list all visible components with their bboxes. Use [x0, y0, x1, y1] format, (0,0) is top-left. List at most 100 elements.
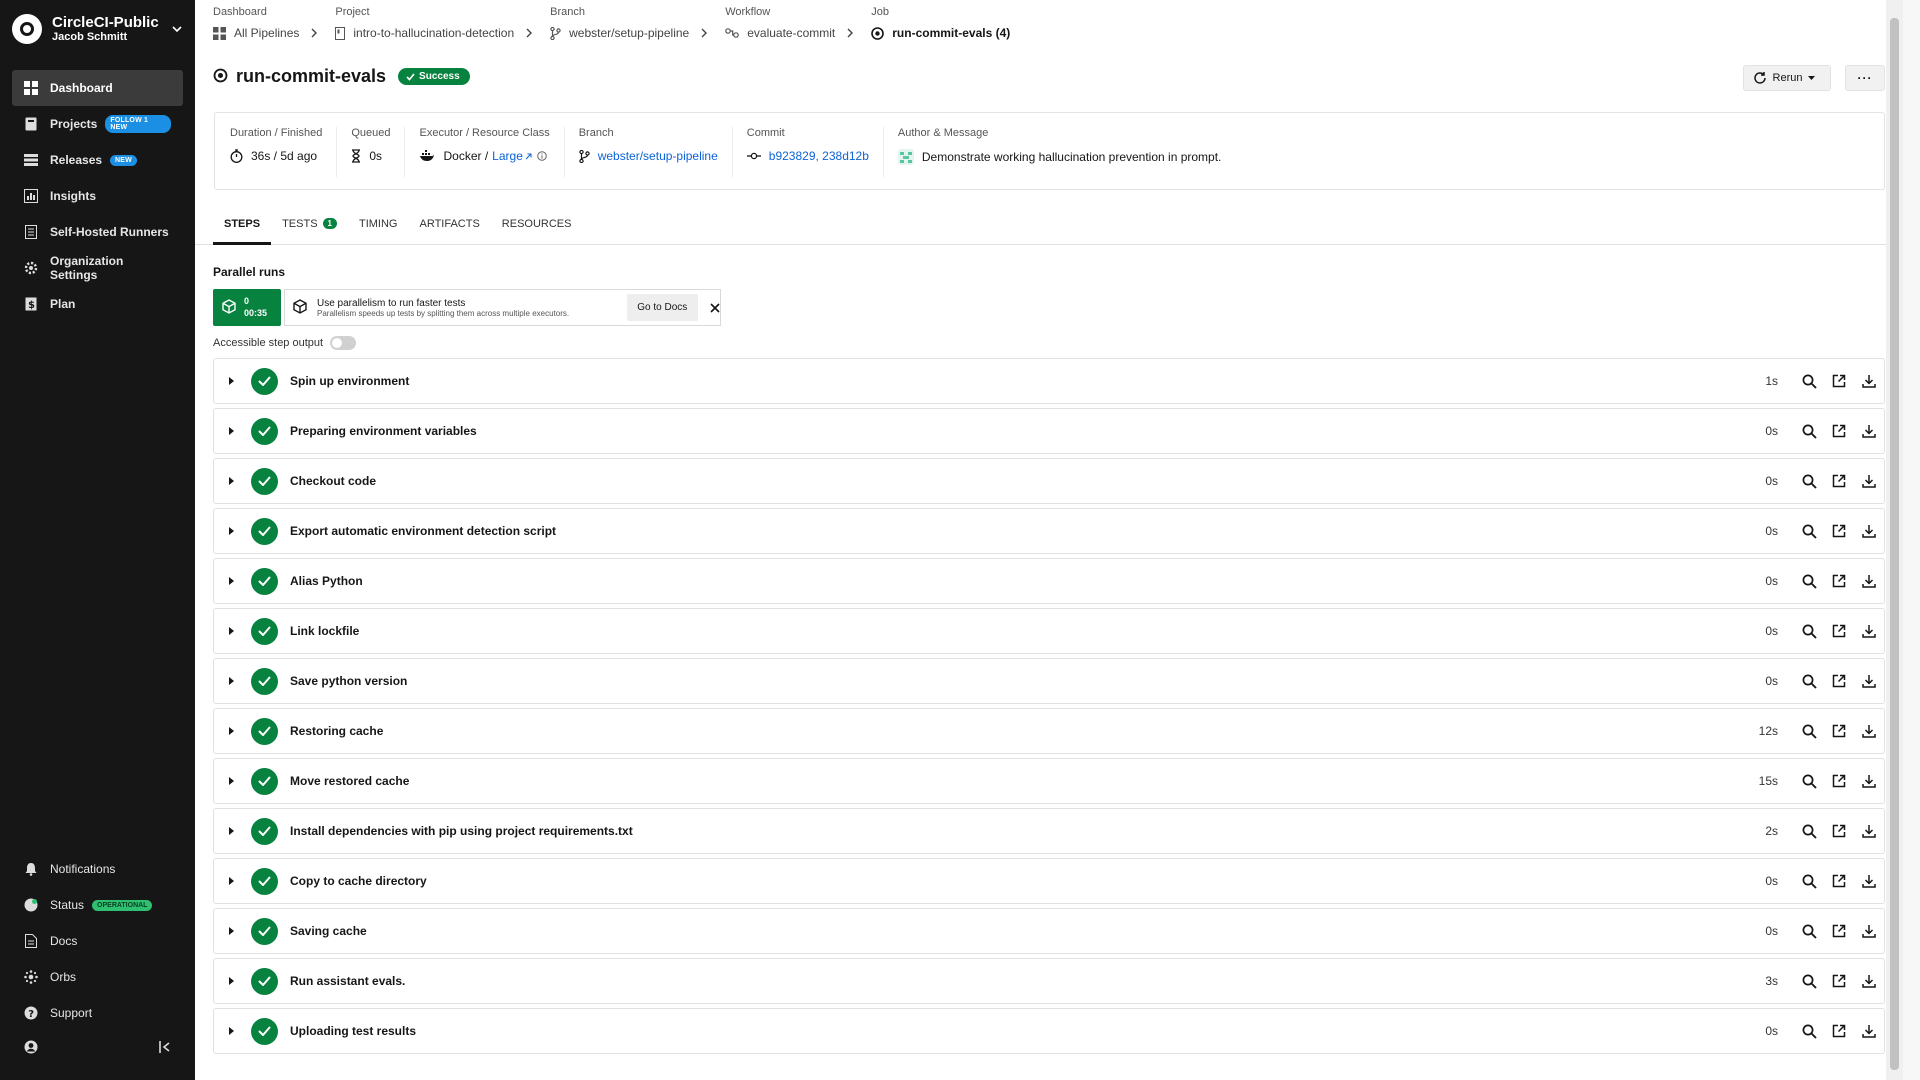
- scrollbar[interactable]: [1886, 0, 1903, 1080]
- search-icon[interactable]: [1794, 824, 1824, 839]
- collapse-sidebar-icon[interactable]: [159, 1041, 171, 1056]
- search-icon[interactable]: [1794, 624, 1824, 639]
- chevron-down-icon[interactable]: [171, 23, 183, 35]
- more-options-button[interactable]: ···: [1845, 65, 1885, 91]
- caret-right-icon[interactable]: [229, 677, 237, 685]
- step-row[interactable]: Install dependencies with pip using proj…: [213, 808, 1885, 854]
- crumb-branch-link[interactable]: webster/setup-pipeline: [569, 26, 689, 40]
- open-in-new-icon[interactable]: [1824, 924, 1854, 938]
- download-icon[interactable]: [1854, 924, 1884, 938]
- tab-resources[interactable]: RESOURCES: [491, 212, 583, 245]
- step-row[interactable]: Save python version0s: [213, 658, 1885, 704]
- step-row[interactable]: Export automatic environment detection s…: [213, 508, 1885, 554]
- nav-docs[interactable]: Docs: [12, 923, 183, 959]
- download-icon[interactable]: [1854, 674, 1884, 688]
- open-in-new-icon[interactable]: [1824, 374, 1854, 388]
- download-icon[interactable]: [1854, 474, 1884, 488]
- close-icon[interactable]: [710, 303, 720, 313]
- nav-runners[interactable]: Self-Hosted Runners: [12, 214, 183, 250]
- search-icon[interactable]: [1794, 424, 1824, 439]
- open-in-new-icon[interactable]: [1824, 624, 1854, 638]
- caret-right-icon[interactable]: [229, 527, 237, 535]
- rerun-button[interactable]: Rerun: [1743, 65, 1831, 91]
- nav-projects[interactable]: Projects FOLLOW 1 NEW: [12, 106, 183, 142]
- caret-right-icon[interactable]: [229, 627, 237, 635]
- caret-right-icon[interactable]: [229, 727, 237, 735]
- step-row[interactable]: Saving cache0s: [213, 908, 1885, 954]
- download-icon[interactable]: [1854, 624, 1884, 638]
- open-in-new-icon[interactable]: [1824, 974, 1854, 988]
- step-row[interactable]: Alias Python0s: [213, 558, 1885, 604]
- caret-right-icon[interactable]: [229, 427, 237, 435]
- caret-right-icon[interactable]: [229, 577, 237, 585]
- open-in-new-icon[interactable]: [1824, 1024, 1854, 1038]
- search-icon[interactable]: [1794, 874, 1824, 889]
- nav-status[interactable]: Status OPERATIONAL: [12, 887, 183, 923]
- caret-right-icon[interactable]: [229, 777, 237, 785]
- org-switcher[interactable]: CircleCI-Public Jacob Schmitt: [0, 0, 195, 57]
- parallel-run-0[interactable]: 0 00:35: [213, 289, 281, 326]
- download-icon[interactable]: [1854, 524, 1884, 538]
- nav-notifications[interactable]: Notifications: [12, 851, 183, 887]
- search-icon[interactable]: [1794, 474, 1824, 489]
- open-in-new-icon[interactable]: [1824, 524, 1854, 538]
- resource-class-link[interactable]: Large: [492, 149, 523, 163]
- download-icon[interactable]: [1854, 774, 1884, 788]
- download-icon[interactable]: [1854, 424, 1884, 438]
- search-icon[interactable]: [1794, 374, 1824, 389]
- info-icon[interactable]: [537, 151, 547, 161]
- search-icon[interactable]: [1794, 674, 1824, 689]
- step-row[interactable]: Copy to cache directory0s: [213, 858, 1885, 904]
- step-row[interactable]: Spin up environment1s: [213, 358, 1885, 404]
- crumb-workflow-link[interactable]: evaluate-commit: [747, 26, 835, 40]
- step-row[interactable]: Move restored cache15s: [213, 758, 1885, 804]
- step-row[interactable]: Checkout code0s: [213, 458, 1885, 504]
- open-in-new-icon[interactable]: [1824, 874, 1854, 888]
- nav-releases[interactable]: Releases NEW: [12, 142, 183, 178]
- open-in-new-icon[interactable]: [1824, 824, 1854, 838]
- nav-insights[interactable]: Insights: [12, 178, 183, 214]
- tab-steps[interactable]: STEPS: [213, 212, 271, 245]
- search-icon[interactable]: [1794, 924, 1824, 939]
- caret-right-icon[interactable]: [229, 877, 237, 885]
- tab-artifacts[interactable]: ARTIFACTS: [408, 212, 490, 245]
- caret-right-icon[interactable]: [229, 377, 237, 385]
- crumb-all-pipelines-link[interactable]: All Pipelines: [234, 26, 299, 40]
- caret-right-icon[interactable]: [229, 1027, 237, 1035]
- commit-link[interactable]: b923829, 238d12b: [769, 149, 869, 163]
- caret-right-icon[interactable]: [229, 477, 237, 485]
- caret-right-icon[interactable]: [229, 827, 237, 835]
- step-row[interactable]: Run assistant evals.3s: [213, 958, 1885, 1004]
- search-icon[interactable]: [1794, 1024, 1824, 1039]
- go-to-docs-button[interactable]: Go to Docs: [627, 294, 698, 321]
- step-row[interactable]: Restoring cache12s: [213, 708, 1885, 754]
- caret-right-icon[interactable]: [229, 977, 237, 985]
- nav-org-settings[interactable]: Organization Settings: [12, 250, 183, 286]
- search-icon[interactable]: [1794, 724, 1824, 739]
- download-icon[interactable]: [1854, 724, 1884, 738]
- nav-plan[interactable]: $ Plan: [12, 286, 183, 322]
- open-in-new-icon[interactable]: [1824, 674, 1854, 688]
- download-icon[interactable]: [1854, 874, 1884, 888]
- user-avatar-icon[interactable]: [24, 1040, 38, 1057]
- accessible-output-toggle[interactable]: [330, 336, 356, 350]
- download-icon[interactable]: [1854, 1024, 1884, 1038]
- download-icon[interactable]: [1854, 824, 1884, 838]
- nav-orbs[interactable]: Orbs: [12, 959, 183, 995]
- download-icon[interactable]: [1854, 974, 1884, 988]
- search-icon[interactable]: [1794, 974, 1824, 989]
- nav-support[interactable]: ? Support: [12, 995, 183, 1031]
- step-row[interactable]: Uploading test results0s: [213, 1008, 1885, 1054]
- search-icon[interactable]: [1794, 774, 1824, 789]
- download-icon[interactable]: [1854, 374, 1884, 388]
- tab-timing[interactable]: TIMING: [348, 212, 409, 245]
- branch-link[interactable]: webster/setup-pipeline: [598, 149, 718, 163]
- step-row[interactable]: Link lockfile0s: [213, 608, 1885, 654]
- open-in-new-icon[interactable]: [1824, 774, 1854, 788]
- scrollbar-thumb[interactable]: [1890, 18, 1899, 1070]
- nav-dashboard[interactable]: Dashboard: [12, 70, 183, 106]
- caret-right-icon[interactable]: [229, 927, 237, 935]
- download-icon[interactable]: [1854, 574, 1884, 588]
- open-in-new-icon[interactable]: [1824, 574, 1854, 588]
- crumb-project-link[interactable]: intro-to-hallucination-detection: [353, 26, 514, 40]
